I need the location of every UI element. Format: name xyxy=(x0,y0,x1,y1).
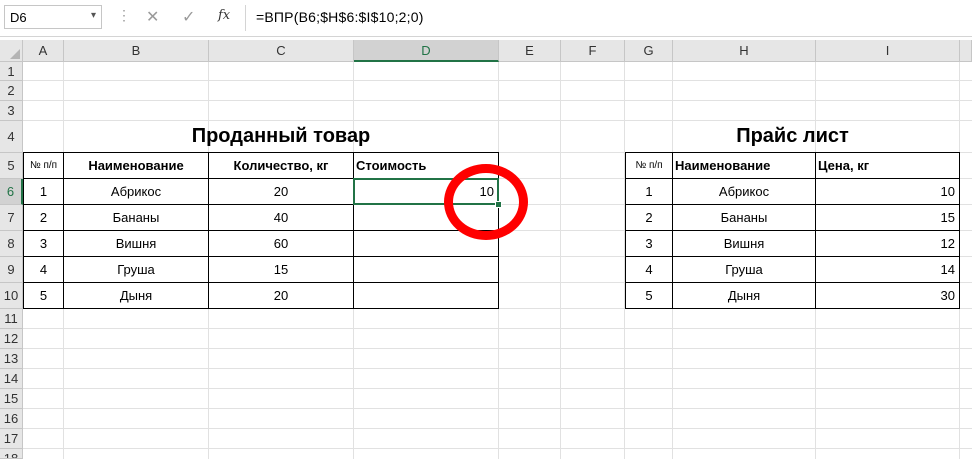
highlight-circle xyxy=(444,164,528,240)
column-header-i[interactable]: I xyxy=(816,40,960,62)
row-header-14[interactable]: 14 xyxy=(0,369,23,389)
sold-cell-qty[interactable]: 20 xyxy=(208,178,354,205)
gridline xyxy=(23,348,972,349)
price-header-price[interactable]: Цена, кг xyxy=(815,152,960,179)
price-cell-num[interactable]: 5 xyxy=(625,282,673,309)
price-cell-num[interactable]: 3 xyxy=(625,230,673,257)
more-options-icon[interactable]: ⋮ xyxy=(117,7,131,24)
column-header-e[interactable]: E xyxy=(499,40,561,62)
sold-cell-name[interactable]: Абрикос xyxy=(63,178,209,205)
sold-cell-num[interactable]: 3 xyxy=(23,230,64,257)
price-cell-price[interactable]: 10 xyxy=(815,178,960,205)
cancel-icon[interactable]: ✕ xyxy=(146,7,159,27)
column-header-j[interactable] xyxy=(960,40,972,62)
name-box-value: D6 xyxy=(10,10,27,25)
price-cell-name[interactable]: Вишня xyxy=(672,230,816,257)
insert-function-icon[interactable]: fx xyxy=(218,8,230,23)
sold-cell-qty[interactable]: 40 xyxy=(208,204,354,231)
price-table-title: Прайс лист xyxy=(736,125,849,147)
price-header-num[interactable]: № п/п xyxy=(625,152,673,179)
row-header-6[interactable]: 6 xyxy=(0,179,23,205)
cell-grid[interactable]: Проданный товар № п/п Наименование Колич… xyxy=(23,62,972,459)
price-cell-price[interactable]: 30 xyxy=(815,282,960,309)
sold-cell-name[interactable]: Бананы xyxy=(63,204,209,231)
column-header-g[interactable]: G xyxy=(625,40,673,62)
sold-cell-qty[interactable]: 15 xyxy=(208,256,354,283)
name-box-dropdown-icon[interactable]: ▾ xyxy=(91,10,96,21)
row-header-17[interactable]: 17 xyxy=(0,429,23,449)
price-header-name[interactable]: Наименование xyxy=(672,152,816,179)
price-cell-name[interactable]: Абрикос xyxy=(672,178,816,205)
gridline xyxy=(23,448,972,449)
gridline xyxy=(23,408,972,409)
row-header-1[interactable]: 1 xyxy=(0,62,23,81)
sold-cell-num[interactable]: 2 xyxy=(23,204,64,231)
column-header-f[interactable]: F xyxy=(561,40,625,62)
formula-bar: D6 ▾ ⋮ ✕ ✓ fx =ВПР(B6;$H$6:$I$10;2;0) xyxy=(0,0,972,37)
row-header-8[interactable]: 8 xyxy=(0,231,23,257)
sold-header-qty[interactable]: Количество, кг xyxy=(208,152,354,179)
sold-cell-num[interactable]: 4 xyxy=(23,256,64,283)
price-cell-price[interactable]: 15 xyxy=(815,204,960,231)
sold-cell-num[interactable]: 1 xyxy=(23,178,64,205)
column-header-b[interactable]: B xyxy=(64,40,209,62)
price-cell-num[interactable]: 2 xyxy=(625,204,673,231)
formula-input[interactable]: =ВПР(B6;$H$6:$I$10;2;0) xyxy=(256,9,424,25)
row-header-16[interactable]: 16 xyxy=(0,409,23,429)
gridline xyxy=(23,80,972,81)
price-cell-name[interactable]: Бананы xyxy=(672,204,816,231)
gridline xyxy=(23,368,972,369)
select-all-button[interactable] xyxy=(0,40,23,62)
price-cell-num[interactable]: 1 xyxy=(625,178,673,205)
price-cell-name[interactable]: Дыня xyxy=(672,282,816,309)
name-box[interactable]: D6 ▾ xyxy=(4,5,102,29)
row-header-15[interactable]: 15 xyxy=(0,389,23,409)
price-cell-price[interactable]: 14 xyxy=(815,256,960,283)
gridline xyxy=(23,388,972,389)
sold-cell-name[interactable]: Груша xyxy=(63,256,209,283)
row-header-3[interactable]: 3 xyxy=(0,101,23,121)
sold-cell-name[interactable]: Вишня xyxy=(63,230,209,257)
formula-bar-divider xyxy=(245,5,246,31)
column-header-c[interactable]: C xyxy=(209,40,354,62)
row-header-5[interactable]: 5 xyxy=(0,153,23,179)
row-header-18[interactable]: 18 xyxy=(0,449,23,459)
gridline xyxy=(23,428,972,429)
row-header-2[interactable]: 2 xyxy=(0,81,23,101)
sold-cell-qty[interactable]: 20 xyxy=(208,282,354,309)
price-cell-num[interactable]: 4 xyxy=(625,256,673,283)
gridline xyxy=(23,328,972,329)
column-header-d[interactable]: D xyxy=(354,40,499,62)
row-header-11[interactable]: 11 xyxy=(0,309,23,329)
sold-table-title: Проданный товар xyxy=(191,125,371,147)
gridline xyxy=(23,100,972,101)
row-header-9[interactable]: 9 xyxy=(0,257,23,283)
price-cell-price[interactable]: 12 xyxy=(815,230,960,257)
row-header-13[interactable]: 13 xyxy=(0,349,23,369)
column-header-h[interactable]: H xyxy=(673,40,816,62)
sold-header-num[interactable]: № п/п xyxy=(23,152,64,179)
sold-cell-qty[interactable]: 60 xyxy=(208,230,354,257)
row-header-12[interactable]: 12 xyxy=(0,329,23,349)
sold-header-name[interactable]: Наименование xyxy=(63,152,209,179)
gridline xyxy=(560,62,561,459)
sold-cell-name[interactable]: Дыня xyxy=(63,282,209,309)
sold-cell-num[interactable]: 5 xyxy=(23,282,64,309)
sold-cell-cost[interactable] xyxy=(353,256,499,283)
price-cell-name[interactable]: Груша xyxy=(672,256,816,283)
sold-cell-cost[interactable] xyxy=(353,282,499,309)
enter-icon[interactable]: ✓ xyxy=(182,7,195,27)
row-header-10[interactable]: 10 xyxy=(0,283,23,309)
row-header-4[interactable]: 4 xyxy=(0,121,23,153)
column-header-a[interactable]: A xyxy=(23,40,64,62)
row-header-7[interactable]: 7 xyxy=(0,205,23,231)
